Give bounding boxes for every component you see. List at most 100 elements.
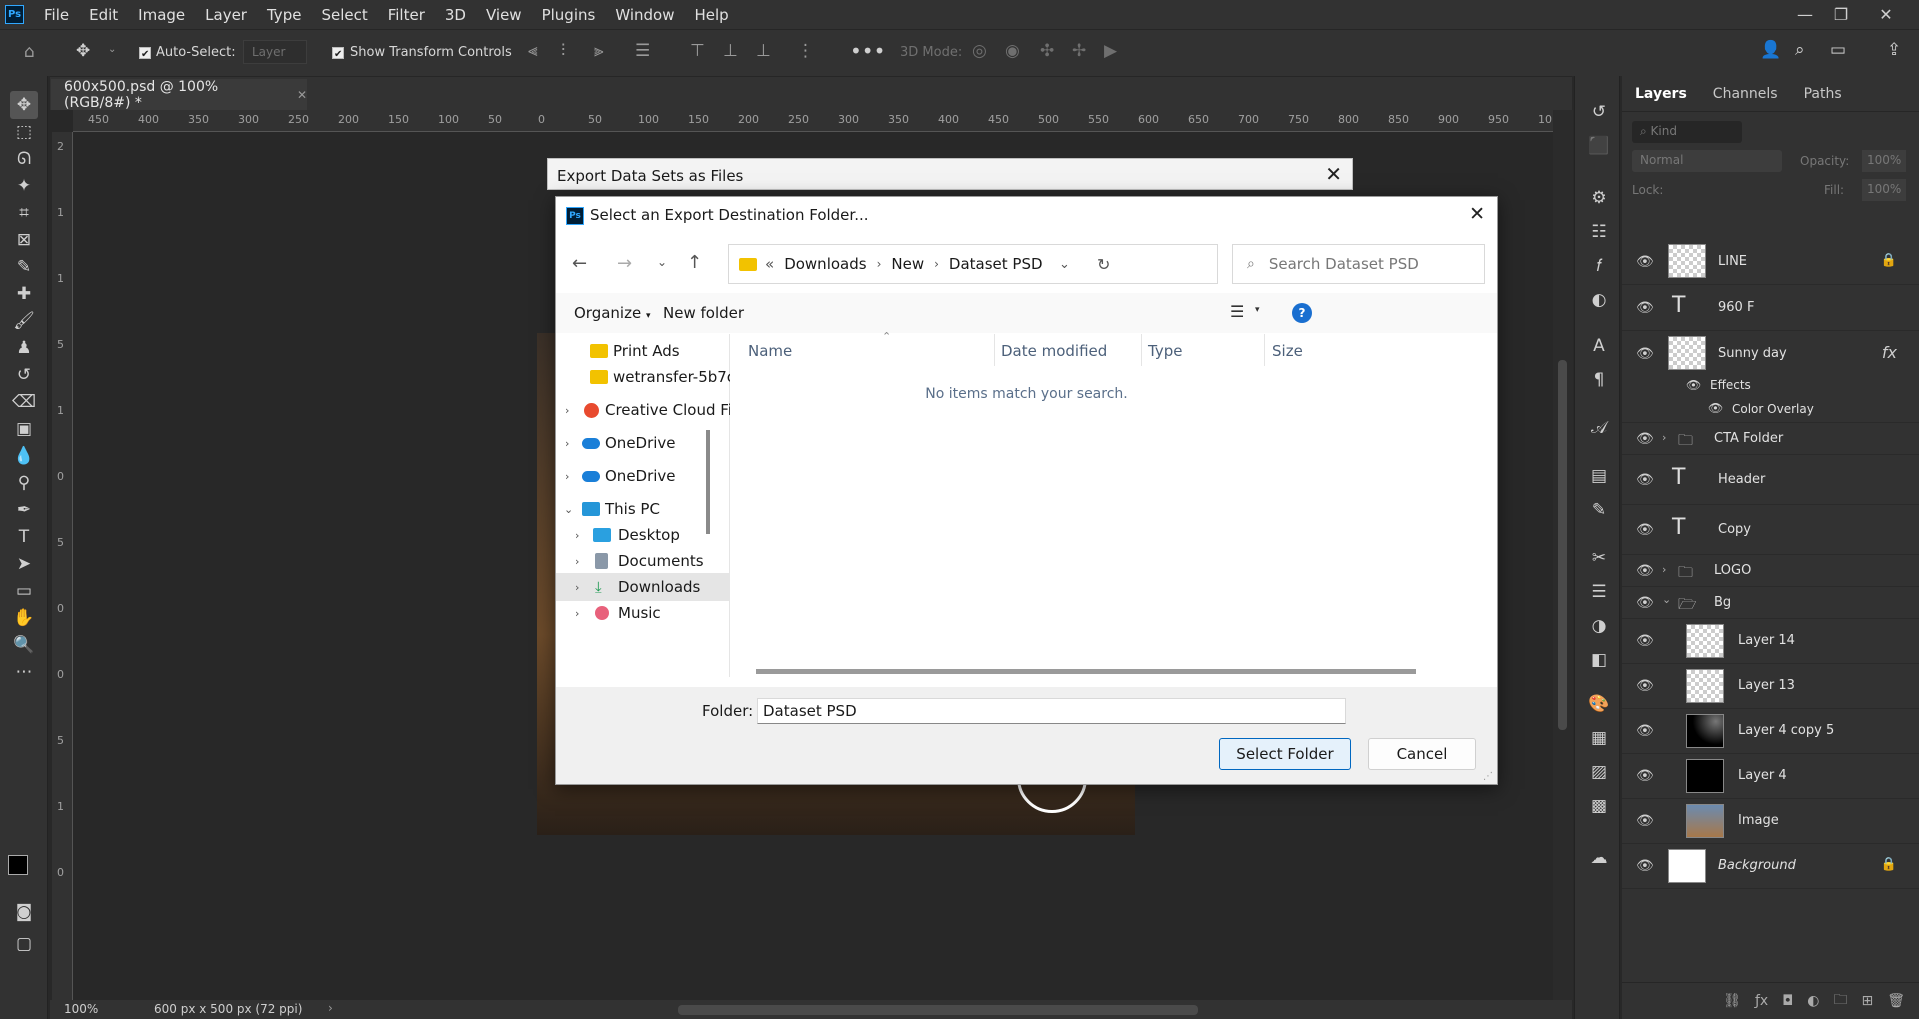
- quick-mask-icon[interactable]: ◙: [10, 898, 38, 926]
- eraser-tool-icon[interactable]: ⌫: [10, 388, 38, 416]
- layer-row[interactable]: 👁 T Copy: [1622, 505, 1919, 555]
- fill-input[interactable]: 100%: [1862, 179, 1906, 201]
- auto-select-checkbox[interactable]: [139, 47, 151, 59]
- screen-mode-icon[interactable]: ▢: [10, 930, 38, 958]
- tab-paths[interactable]: Paths: [1791, 86, 1855, 102]
- chevron-right-icon[interactable]: ›: [1662, 563, 1666, 576]
- chevron-down-icon[interactable]: ⌄: [564, 503, 573, 516]
- close-icon[interactable]: ✕: [1325, 162, 1342, 186]
- restore-icon[interactable]: ❐: [1823, 0, 1859, 29]
- align-top-icon[interactable]: ⊤: [690, 41, 705, 61]
- path-select-tool-icon[interactable]: ➤: [10, 550, 38, 578]
- menu-3d[interactable]: 3D: [435, 6, 476, 24]
- show-transform-checkbox[interactable]: [332, 47, 344, 59]
- swatches-icon[interactable]: 🎨: [1587, 692, 1611, 716]
- select-folder-button[interactable]: Select Folder: [1219, 738, 1351, 770]
- up-arrow-icon[interactable]: ↑: [687, 252, 702, 273]
- layer-filter-kind[interactable]: ⌕ Kind: [1632, 121, 1742, 143]
- chevron-right-icon[interactable]: ›: [575, 529, 579, 542]
- nav-item-wetransfer[interactable]: wetransfer-5b7c: [556, 363, 730, 391]
- new-layer-icon[interactable]: ⊞: [1861, 993, 1873, 1009]
- column-separator[interactable]: [1141, 334, 1142, 366]
- cloud-docs-icon[interactable]: ☁: [1587, 846, 1611, 870]
- 3d-icon[interactable]: ⬛: [1587, 134, 1611, 158]
- organize-button[interactable]: Organize ▾: [574, 304, 651, 322]
- home-icon[interactable]: ⌂: [24, 42, 35, 62]
- eye-icon[interactable]: 👁: [1636, 346, 1654, 362]
- brush-settings-icon[interactable]: ⚙: [1587, 186, 1611, 210]
- help-icon[interactable]: ?: [1292, 303, 1312, 323]
- align-bottom-icon[interactable]: ⊥: [756, 41, 771, 61]
- glyph-a-icon[interactable]: 𝒜: [1587, 416, 1611, 440]
- workspace-icon[interactable]: ▭: [1830, 40, 1846, 60]
- column-date-modified[interactable]: Date modified: [1001, 342, 1107, 360]
- zoom-tool-icon[interactable]: 🔍: [10, 631, 38, 659]
- breadcrumb-separator-icon[interactable]: ›: [877, 257, 882, 271]
- align-middle-icon[interactable]: ⊥: [723, 41, 738, 61]
- group-row[interactable]: 👁 › 🗀 LOGO: [1622, 555, 1919, 587]
- adjustments-icon[interactable]: ☰: [1587, 580, 1611, 604]
- close-icon[interactable]: ✕: [1868, 0, 1904, 29]
- effect-row[interactable]: 👁 Color Overlay: [1622, 397, 1919, 423]
- frame-tool-icon[interactable]: ⊠: [10, 226, 38, 254]
- nav-item-desktop[interactable]: › Desktop: [556, 521, 730, 549]
- layer-row[interactable]: 👁 Image: [1622, 799, 1919, 844]
- close-tab-icon[interactable]: ✕: [297, 88, 307, 102]
- distribute-vertical-icon[interactable]: ⋮: [797, 41, 814, 61]
- resize-grip-icon[interactable]: ⋰: [1483, 771, 1493, 782]
- back-arrow-icon[interactable]: ←: [572, 253, 587, 274]
- chevron-right-icon[interactable]: ›: [565, 470, 569, 483]
- export-share-icon[interactable]: ⇪: [1887, 40, 1901, 60]
- effects-row[interactable]: 👁 Effects: [1622, 375, 1919, 397]
- history-brush-tool-icon[interactable]: ↺: [10, 361, 38, 389]
- styles-fx-icon[interactable]: 𝑓: [1587, 254, 1611, 278]
- breadcrumb-separator-icon[interactable]: ›: [934, 257, 939, 271]
- column-type[interactable]: Type: [1148, 342, 1182, 360]
- eyedropper-tool-icon[interactable]: ✎: [10, 253, 38, 281]
- eye-icon[interactable]: 👁: [1636, 768, 1654, 784]
- character-icon[interactable]: A: [1587, 334, 1611, 358]
- layer-row[interactable]: 👁 Layer 14: [1622, 619, 1919, 664]
- layer-row[interactable]: 👁 T 960 F: [1622, 285, 1919, 331]
- chevron-right-icon[interactable]: ›: [565, 437, 569, 450]
- nav-item-documents[interactable]: › Documents: [556, 547, 730, 575]
- column-name[interactable]: Name: [748, 342, 792, 360]
- gradient-tool-icon[interactable]: ▣: [10, 415, 38, 443]
- mask-icon[interactable]: ◘: [1782, 993, 1793, 1009]
- eye-icon[interactable]: 👁: [1636, 723, 1654, 739]
- nav-item-this-pc[interactable]: ⌄ This PC: [556, 495, 730, 523]
- nav-item-print-ads[interactable]: Print Ads: [556, 337, 730, 365]
- zoom-level[interactable]: 100%: [64, 1002, 98, 1016]
- eye-icon[interactable]: 👁: [1636, 472, 1654, 488]
- recent-locations-chevron-icon[interactable]: ⌄: [657, 255, 667, 269]
- tab-channels[interactable]: Channels: [1700, 86, 1791, 102]
- new-folder-button[interactable]: New folder: [663, 304, 744, 322]
- close-icon[interactable]: ✕: [1469, 203, 1485, 225]
- chevron-down-icon[interactable]: ⌄: [1662, 593, 1671, 606]
- address-dropdown-icon[interactable]: ⌄: [1059, 257, 1070, 272]
- search-box[interactable]: ⌕ Search Dataset PSD: [1232, 244, 1485, 284]
- refresh-icon[interactable]: ↻: [1097, 255, 1110, 274]
- new-group-icon[interactable]: 🗀: [1833, 989, 1847, 1013]
- menu-type[interactable]: Type: [257, 6, 311, 24]
- view-list-icon[interactable]: ☰: [1230, 302, 1244, 321]
- healing-tool-icon[interactable]: ✚: [10, 280, 38, 308]
- column-separator[interactable]: [994, 334, 995, 366]
- layer-row[interactable]: 👁 Layer 13: [1622, 664, 1919, 709]
- history-icon[interactable]: ↺: [1587, 100, 1611, 124]
- patterns-icon[interactable]: ▦: [1587, 726, 1611, 750]
- menu-help[interactable]: Help: [684, 6, 738, 24]
- eye-icon[interactable]: 👁: [1636, 300, 1654, 316]
- eye-icon[interactable]: 👁: [1636, 633, 1654, 649]
- fx-icon[interactable]: fx: [1882, 343, 1897, 362]
- stamp-tool-icon[interactable]: ♟: [10, 334, 38, 362]
- chevron-right-icon[interactable]: ›: [575, 607, 579, 620]
- menu-edit[interactable]: Edit: [79, 6, 128, 24]
- document-info[interactable]: 600 px x 500 px (72 ppi): [154, 1002, 302, 1016]
- horizontal-scroll-thumb[interactable]: [678, 1005, 1198, 1015]
- eye-icon[interactable]: 👁: [1636, 678, 1654, 694]
- column-size[interactable]: Size: [1272, 342, 1303, 360]
- menu-image[interactable]: Image: [128, 6, 195, 24]
- opacity-input[interactable]: 100%: [1862, 150, 1906, 172]
- breadcrumb-downloads[interactable]: Downloads: [784, 255, 866, 273]
